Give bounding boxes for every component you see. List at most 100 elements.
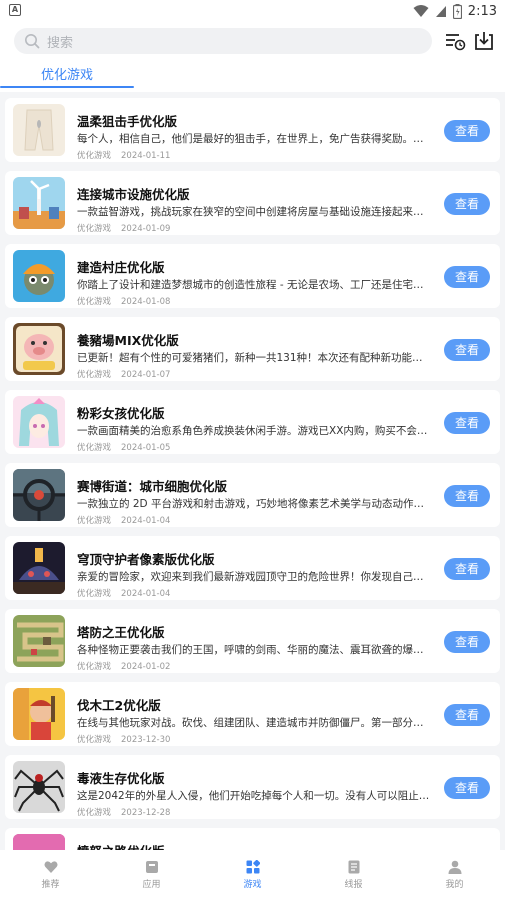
nav-games[interactable]: 游戏 (202, 850, 303, 897)
game-meta: 优化游戏 2024-01-04 (77, 514, 170, 526)
download-icon[interactable] (473, 30, 495, 52)
document-icon (348, 860, 359, 874)
nav-label: 推荐 (41, 880, 60, 890)
game-title: 连接城市设施优化版 (77, 187, 190, 202)
wifi-icon (413, 5, 429, 17)
game-date: 2023-12-28 (121, 808, 171, 818)
game-category: 优化游戏 (77, 297, 112, 307)
heart-icon (43, 861, 58, 873)
view-button[interactable]: 查看 (444, 266, 490, 288)
dome-icon (13, 542, 65, 594)
tower-defense-icon (13, 615, 65, 667)
pig-icon (13, 323, 65, 375)
game-meta: 优化游戏 2024-01-08 (77, 295, 170, 307)
game-meta: 优化游戏 2024-01-09 (77, 222, 170, 234)
game-description: 在线与其他玩家对战。砍伐、组建团队、建造城市并防御僵尸。第一部分有 50 多 (77, 717, 432, 729)
clock: 2:13 (467, 3, 497, 19)
game-title: 愤怒之路优化版 (77, 841, 165, 850)
view-button[interactable]: 查看 (444, 777, 490, 799)
nav-label: 我的 (445, 880, 464, 890)
nav-mine[interactable]: 我的 (404, 850, 505, 897)
game-date: 2024-01-04 (121, 516, 171, 526)
notification-badge: A (9, 4, 21, 16)
view-button[interactable]: 查看 (444, 339, 490, 361)
game-category: 优化游戏 (77, 443, 112, 453)
tab-optimized-games[interactable]: 优化游戏 (0, 64, 134, 88)
game-title: 養豬場MIX优化版 (77, 333, 179, 348)
game-category: 优化游戏 (77, 735, 112, 745)
game-category: 优化游戏 (77, 224, 112, 234)
user-icon (448, 860, 461, 874)
game-meta: 优化游戏 2024-01-05 (77, 441, 170, 453)
list-item[interactable]: 粉彩女孩优化版 一款画面精美的治愈系角色养成换装休闲手游。游戏已XX内购，购买不… (5, 390, 500, 454)
list-item[interactable]: 愤怒之路优化版 查看 (5, 828, 500, 850)
game-meta: 优化游戏 2023-12-28 (77, 806, 170, 818)
game-category: 优化游戏 (77, 151, 112, 161)
status-bar: A 2:13 (0, 0, 505, 22)
game-meta: 优化游戏 2024-01-11 (77, 149, 170, 161)
game-date: 2024-01-08 (121, 297, 171, 307)
game-meta: 优化游戏 2024-01-07 (77, 368, 170, 380)
view-button[interactable]: 查看 (444, 704, 490, 726)
nav-label: 线报 (344, 880, 363, 890)
game-description: 亲爱的冒险家，欢迎来到我们最新游戏园顶守卫的危险世界！你发现自己在一个 (77, 571, 432, 583)
tab-indicator (0, 86, 134, 88)
list-item[interactable]: 连接城市设施优化版 一款益智游戏，挑战玩家在狭窄的空间中创建将房屋与基础设施连接… (5, 171, 500, 235)
search-icon (25, 34, 40, 49)
battery-icon (452, 3, 462, 19)
wind-turbine-icon (13, 177, 65, 229)
game-description: 一款益智游戏，挑战玩家在狭窄的空间中创建将房屋与基础设施连接起来的网络 (77, 206, 432, 218)
builder-icon (13, 250, 65, 302)
game-title: 赛博街道：城市细胞优化版 (77, 479, 228, 494)
game-meta: 优化游戏 2024-01-02 (77, 660, 170, 672)
game-date: 2024-01-04 (121, 589, 171, 599)
game-description: 每个人，相信自己，他们是最好的狙击手，在世界上，免广告获得奖励。免广 (77, 133, 432, 145)
view-button[interactable]: 查看 (444, 631, 490, 653)
nav-label: 应用 (142, 880, 161, 890)
game-date: 2024-01-05 (121, 443, 171, 453)
lumberjack-icon (13, 688, 65, 740)
game-list: 温柔狙击手优化版 每个人，相信自己，他们是最好的狙击手，在世界上，免广告获得奖励… (0, 92, 505, 850)
game-date: 2024-01-07 (121, 370, 171, 380)
game-meta: 优化游戏 2024-01-04 (77, 587, 170, 599)
road-icon (13, 834, 65, 850)
game-title: 塔防之王优化版 (77, 625, 165, 640)
view-button[interactable]: 查看 (444, 485, 490, 507)
view-button[interactable]: 查看 (444, 193, 490, 215)
view-button[interactable]: 查看 (444, 412, 490, 434)
game-grid-icon (246, 860, 260, 874)
list-item[interactable]: 伐木工2优化版 在线与其他玩家对战。砍伐、组建团队、建造城市并防御僵尸。第一部分… (5, 682, 500, 746)
list-item[interactable]: 赛博街道：城市细胞优化版 一款独立的 2D 平台游戏和射击游戏，巧妙地将像素艺术… (5, 463, 500, 527)
nav-label: 游戏 (243, 880, 262, 890)
list-item[interactable]: 穹顶守护者像素版优化版 亲爱的冒险家，欢迎来到我们最新游戏园顶守卫的危险世界！你… (5, 536, 500, 600)
list-item[interactable]: 温柔狙击手优化版 每个人，相信自己，他们是最好的狙击手，在世界上，免广告获得奖励… (5, 98, 500, 162)
list-item[interactable]: 養豬場MIX优化版 已更新！超有个性的可爱猪猪们，新种一共131种！本次还有配种… (5, 317, 500, 381)
view-button[interactable]: 查看 (444, 120, 490, 142)
game-category: 优化游戏 (77, 662, 112, 672)
nav-recommend[interactable]: 推荐 (0, 850, 101, 897)
game-category: 优化游戏 (77, 370, 112, 380)
game-date: 2024-01-11 (121, 151, 171, 161)
list-item[interactable]: 建造村庄优化版 你踏上了设计和建造梦想城市的创造性旅程 - 无论是农场、工厂还是… (5, 244, 500, 308)
game-title: 建造村庄优化版 (77, 260, 165, 275)
search-bar[interactable]: 搜索 (14, 28, 432, 54)
signal-icon (435, 6, 446, 17)
view-button[interactable]: 查看 (444, 558, 490, 580)
game-description: 已更新！超有个性的可爱猪猪们，新种一共131种！本次还有配种新功能，可以 (77, 352, 432, 364)
game-title: 毒液生存优化版 (77, 771, 165, 786)
list-item[interactable]: 塔防之王优化版 各种怪物正要袭击我们的王国，呼啸的剑雨、华丽的魔法、震耳欲聋的爆… (5, 609, 500, 673)
nav-news[interactable]: 线报 (303, 850, 404, 897)
app-icon (145, 861, 158, 873)
game-description: 一款独立的 2D 平台游戏和射击游戏，巧妙地将像素艺术美学与动态动作相结合 (77, 498, 432, 510)
search-input[interactable]: 搜索 (47, 32, 73, 51)
list-item[interactable]: 毒液生存优化版 这是2042年的外星人入侵，他们开始吃掉每个人和一切。没有人可以… (5, 755, 500, 819)
game-title: 粉彩女孩优化版 (77, 406, 165, 421)
game-category: 优化游戏 (77, 516, 112, 526)
bottom-navigation: 推荐 应用 游戏 线报 我的 (0, 850, 505, 897)
game-category: 优化游戏 (77, 808, 112, 818)
game-description: 这是2042年的外星人入侵，他们开始吃掉每个人和一切。没有人可以阻止看起来 (77, 790, 432, 802)
game-description: 一款画面精美的治愈系角色养成换装休闲手游。游戏已XX内购，购买不会弹出窗口 (77, 425, 432, 437)
history-list-icon[interactable] (444, 30, 466, 52)
game-date: 2024-01-02 (121, 662, 171, 672)
nav-apps[interactable]: 应用 (101, 850, 202, 897)
